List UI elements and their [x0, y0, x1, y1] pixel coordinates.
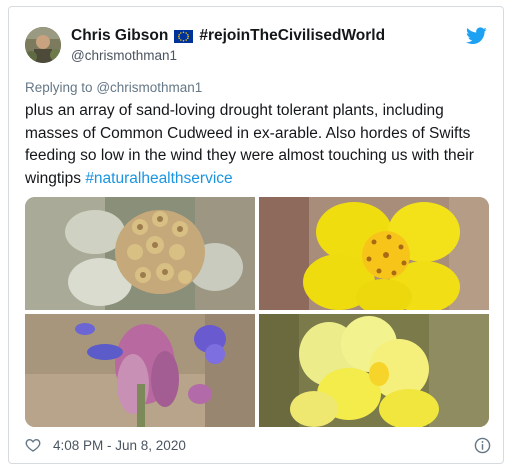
heart-icon[interactable] — [25, 437, 41, 453]
tweet-timestamp[interactable]: 4:08 PM - Jun 8, 2020 — [53, 438, 186, 453]
replying-to-prefix: Replying to — [25, 80, 93, 95]
twitter-bird-icon[interactable] — [466, 27, 487, 45]
replying-to-line: Replying to @chrismothman1 — [25, 80, 202, 95]
tweet-text: plus an array of sand-loving drought tol… — [25, 100, 495, 190]
hashtag-link[interactable]: #naturalhealthservice — [85, 170, 232, 187]
author-handle[interactable]: @chrismothman1 — [71, 48, 177, 63]
author-name-suffix[interactable]: #rejoinTheCivilisedWorld — [199, 27, 385, 45]
media-grid — [25, 197, 489, 427]
author-name[interactable]: Chris Gibson — [71, 27, 168, 45]
replying-to-link[interactable]: @chrismothman1 — [96, 80, 202, 95]
eu-flag-icon — [174, 29, 194, 43]
tweet-card: Chris Gibson #rejoinTheCivilisedWorld @c… — [8, 6, 504, 464]
cudweed-flower-photo[interactable] — [25, 197, 255, 310]
author-name-row[interactable]: Chris Gibson #rejoinTheCivilisedWorld — [71, 27, 385, 45]
avatar[interactable] — [25, 27, 61, 63]
tweet-footer: 4:08 PM - Jun 8, 2020 — [25, 435, 491, 455]
purple-flower-photo[interactable] — [25, 314, 255, 427]
yellow-toadflax-photo[interactable] — [259, 314, 489, 427]
yellow-cinquefoil-photo[interactable] — [259, 197, 489, 310]
info-icon[interactable] — [474, 437, 491, 454]
